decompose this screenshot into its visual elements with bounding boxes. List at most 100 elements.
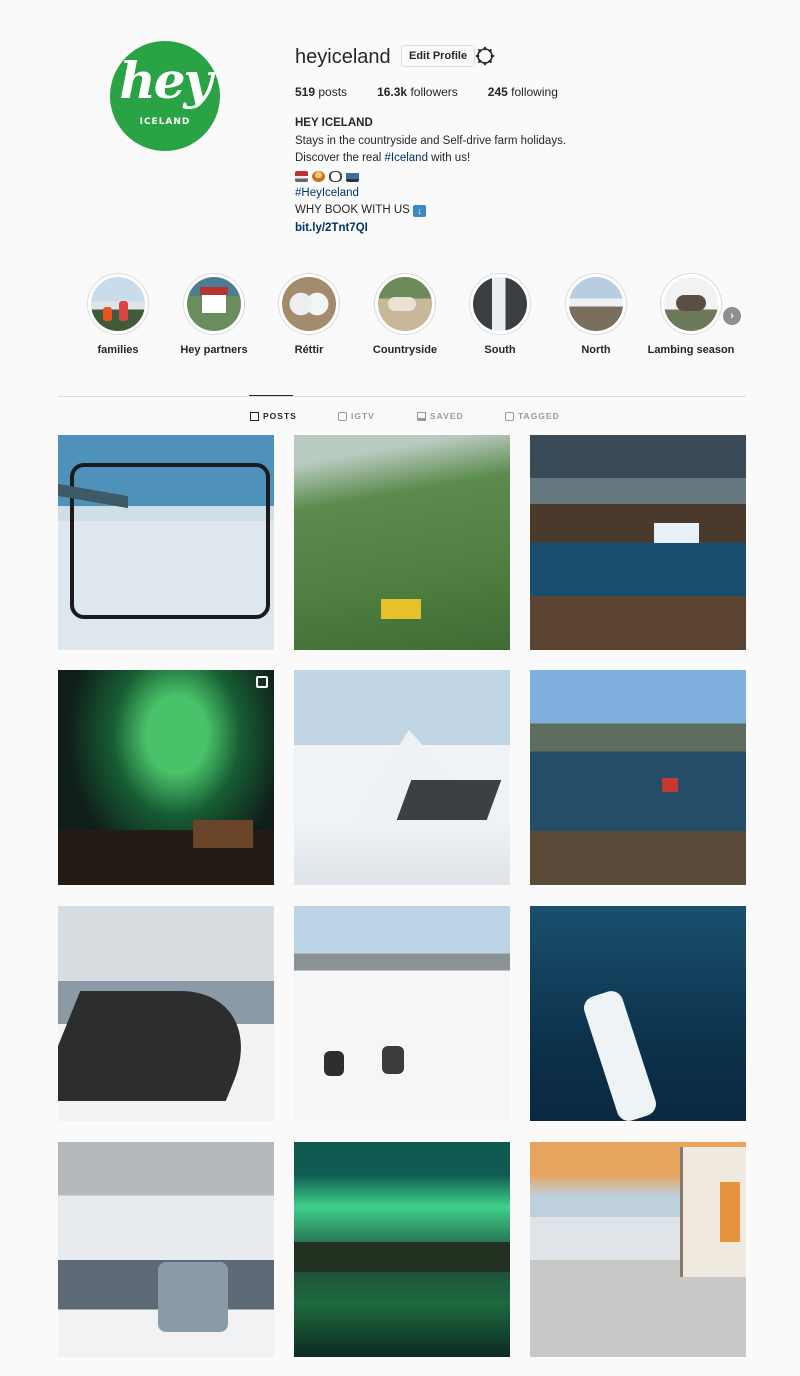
followers-count: 16.3k [377,85,408,99]
tab-tagged-label: TAGGED [518,411,560,421]
highlight-label: Réttir [294,344,324,356]
profile-avatar[interactable]: hey ICELAND [110,41,220,151]
ice-floe-shape [580,988,660,1121]
car-emoji-icon [346,170,359,182]
following-label: following [511,85,558,99]
highlight-hey-partners[interactable]: Hey partners [180,273,248,356]
tab-posts[interactable]: POSTS [250,411,297,421]
highlight-countryside[interactable]: Countryside [373,273,437,356]
tab-igtv[interactable]: IGTV [338,411,375,421]
post-thumbnail[interactable] [58,435,274,650]
waterfall-shape [158,1262,228,1332]
post-thumbnail[interactable] [58,670,274,885]
highlight-cover-image [569,277,623,331]
highlight-north[interactable]: North [565,273,627,356]
tagged-person-icon [505,411,514,421]
highlight-ring [565,273,627,335]
highlight-cover-image [378,277,432,331]
highlight-rettir[interactable]: Réttir [278,273,340,356]
why-book-text: WHY BOOK WITH US [295,204,410,217]
highlight-label: Lambing season [647,344,735,356]
highlight-cover-image [473,277,527,331]
black-beach-shape [58,991,271,1101]
bookmark-icon [417,411,426,421]
highlight-cover-image [91,277,145,331]
settings-gear-icon[interactable] [475,46,495,66]
post-thumbnail[interactable] [58,906,274,1121]
tab-saved[interactable]: SAVED [417,411,464,421]
waterfall-shape [654,523,699,543]
following-stat[interactable]: 245 following [488,85,558,99]
post-thumbnail[interactable] [530,906,746,1121]
tab-tagged[interactable]: TAGGED [505,411,560,421]
tab-igtv-label: IGTV [351,411,375,421]
profile-stats: 519 posts 16.3k followers 245 following [295,85,558,99]
igtv-icon [338,411,347,421]
bio-line-2-suffix: with us! [427,152,471,165]
highlight-ring [469,273,531,335]
highlight-label: North [581,344,611,356]
post-thumbnail[interactable] [530,1142,746,1357]
posts-label: posts [318,85,348,99]
tab-saved-label: SAVED [430,411,464,421]
farmer-emoji-icon [312,170,325,182]
highlight-cover-image [664,277,718,331]
highlight-ring [183,273,245,335]
carousel-icon [256,676,268,688]
post-thumbnail[interactable] [294,435,510,650]
bio-external-link[interactable]: bit.ly/2Tnt7QI [295,220,615,238]
highlight-lambing-season[interactable]: Lambing season [648,273,734,356]
why-book-line: WHY BOOK WITH US ↓ [295,202,615,220]
highlight-ring [660,273,722,335]
yellow-house-shape [381,599,421,619]
highlight-ring [374,273,436,335]
highlight-label: Countryside [372,344,438,356]
post-thumbnail[interactable] [294,670,510,885]
followers-label: followers [410,85,458,99]
post-thumbnail[interactable] [530,670,746,885]
sheep-emoji-icon [329,170,342,182]
highlight-families[interactable]: families [87,273,149,356]
cabin-shape [193,820,253,848]
grid-icon [250,411,259,421]
logo-text: hey [119,51,212,110]
highlight-cover-image [187,277,241,331]
highlight-ring [278,273,340,335]
snowboarder-shape [382,1046,404,1074]
red-church-shape [662,778,678,792]
post-thumbnail[interactable] [294,1142,510,1357]
edit-profile-button[interactable]: Edit Profile [401,45,476,67]
highlight-south[interactable]: South [469,273,531,356]
post-thumbnail[interactable] [530,435,746,650]
bio-line-2-prefix: Discover the real [295,152,385,165]
profile-username: heyiceland [295,46,391,68]
tab-posts-label: POSTS [263,411,297,421]
mountain-ridge-shape [294,1242,510,1272]
highlight-cover-image [282,277,336,331]
bed-emoji-icon [295,170,308,182]
highlight-label: Hey partners [180,344,248,356]
logo-subtext: ICELAND [139,117,191,127]
profile-full-name: HEY ICELAND [295,117,373,129]
snowboarder-shape [324,1051,344,1076]
highlight-label: South [484,344,516,356]
posts-stat: 519 posts [295,85,347,99]
window-frame-shape [70,463,270,619]
tabs-divider [58,396,746,397]
rock-face-shape [396,780,502,820]
bio-line-2: Discover the real #Iceland with us! [295,150,615,168]
highlight-ring [87,273,149,335]
post-thumbnail[interactable] [58,1142,274,1357]
window-glow-shape [720,1182,740,1242]
iceland-hashtag-link[interactable]: #Iceland [384,152,427,164]
followers-stat[interactable]: 16.3k followers [377,85,458,99]
highlights-next-chevron-icon[interactable]: › [723,307,741,325]
highlight-label: families [97,344,139,356]
active-tab-indicator [249,395,293,396]
down-arrow-emoji-icon: ↓ [413,205,426,218]
post-thumbnail[interactable] [294,906,510,1121]
bio-line-1: Stays in the countryside and Self-drive … [295,134,567,147]
profile-bio: HEY ICELAND Stays in the countryside and… [295,115,615,238]
heyiceland-hashtag-link[interactable]: #HeyIceland [295,185,615,203]
emoji-row [295,168,615,185]
